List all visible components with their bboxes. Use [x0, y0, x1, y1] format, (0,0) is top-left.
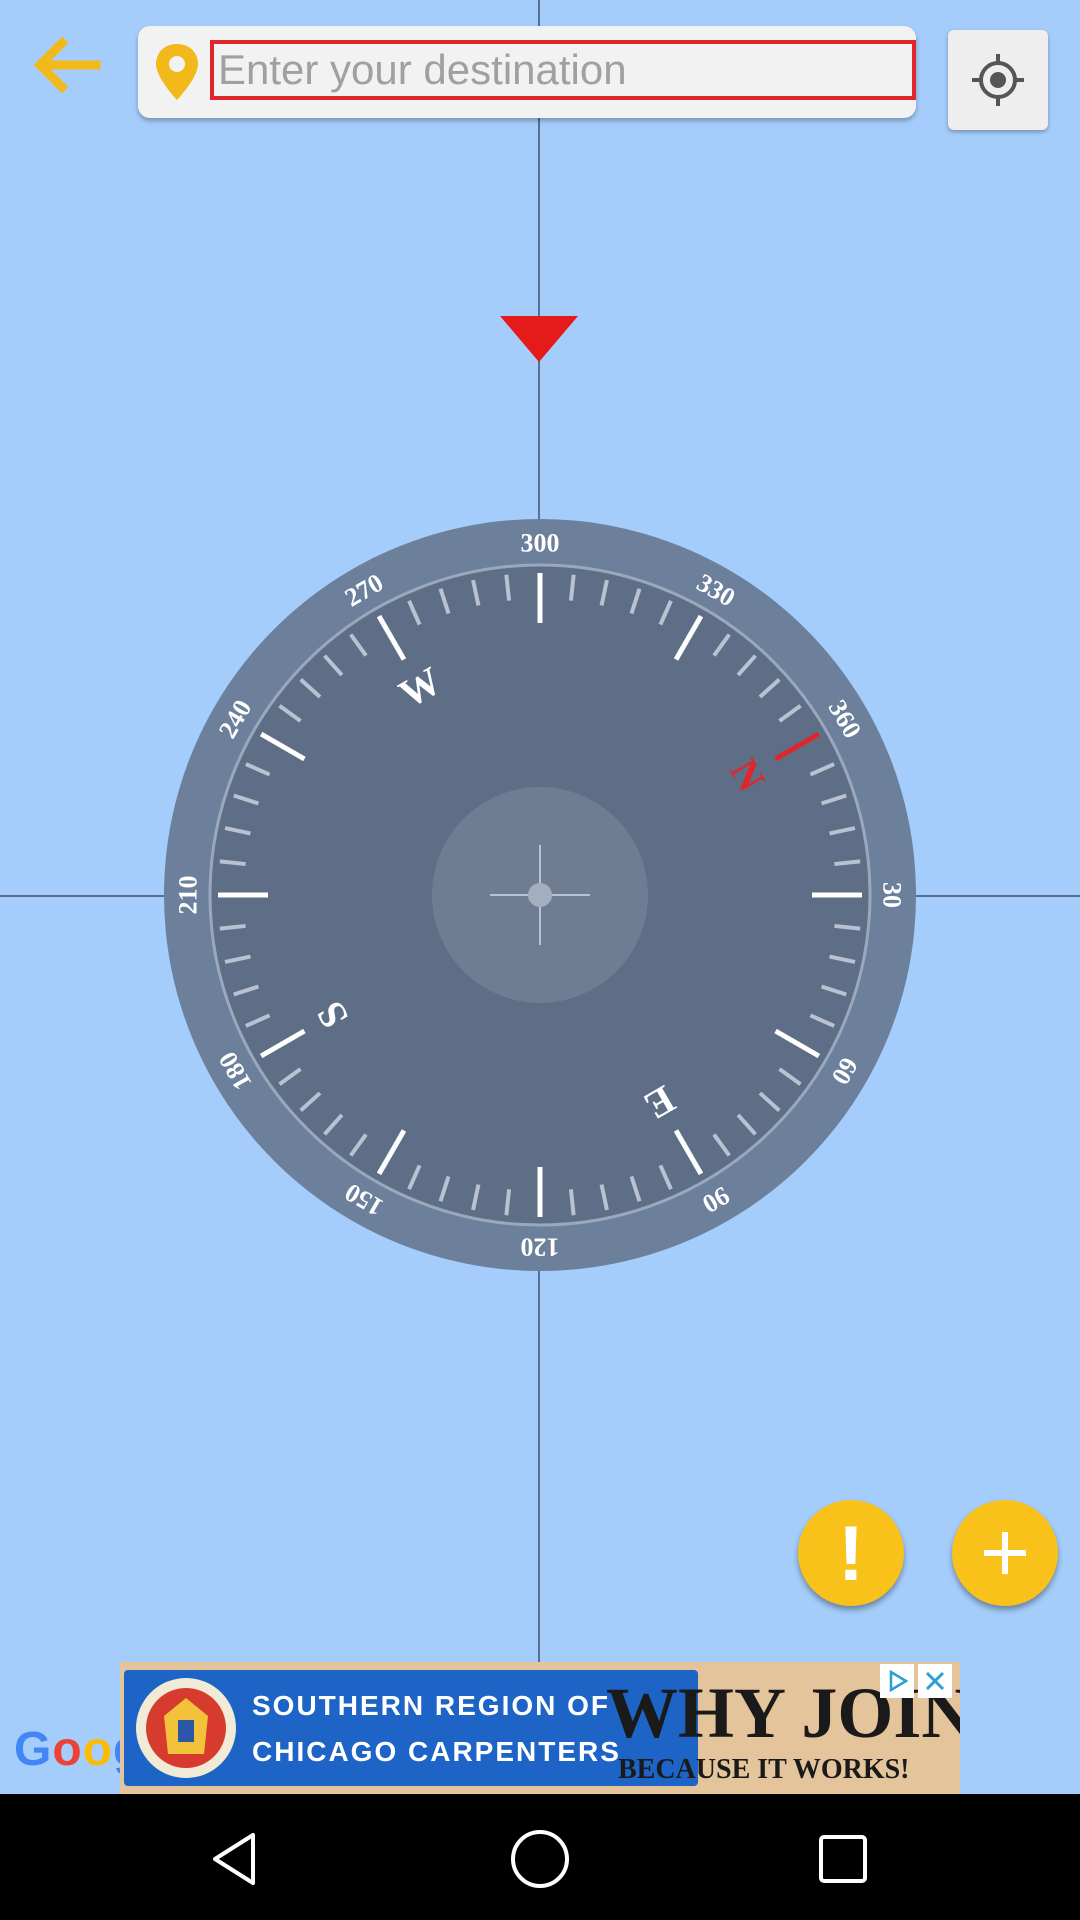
nav-back-icon [213, 1833, 255, 1885]
nav-back-button[interactable] [200, 1824, 270, 1894]
system-navigation-bar [0, 1794, 1080, 1920]
alert-button[interactable]: ! [798, 1500, 904, 1606]
compass-minor-tick [504, 1189, 512, 1216]
map-view[interactable]: 306090120150180210240270300330360 NESW ! [0, 0, 1080, 1794]
compass-minor-tick [219, 859, 246, 867]
my-location-icon [972, 54, 1024, 106]
compass-minor-tick [834, 859, 861, 867]
compass-degree-label: 300 [521, 529, 560, 558]
back-arrow-icon [33, 36, 101, 94]
ad-close-icon [925, 1671, 945, 1691]
compass-dial[interactable]: 306090120150180210240270300330360 NESW [160, 515, 920, 1275]
alert-icon: ! [838, 1508, 864, 1597]
ad-close-button[interactable] [918, 1664, 952, 1698]
union-seal-logo [136, 1678, 236, 1778]
compass-degree-label: 210 [174, 876, 203, 915]
direction-pointer-icon [500, 316, 578, 362]
ad-line-2: CHICAGO CARPENTERS [252, 1736, 621, 1767]
ad-subline: BECAUSE IT WORKS! [618, 1754, 910, 1785]
back-button[interactable] [18, 22, 114, 108]
search-bar [138, 26, 916, 118]
my-location-button[interactable] [948, 30, 1048, 130]
nav-recent-button[interactable] [808, 1824, 878, 1894]
ad-info-button[interactable] [880, 1664, 914, 1698]
destination-input[interactable] [210, 40, 916, 100]
nav-recent-icon [819, 1835, 867, 1883]
compass-degree-label: 30 [878, 882, 907, 908]
compass-minor-tick [568, 1189, 576, 1216]
nav-home-button[interactable] [505, 1824, 575, 1894]
ad-line-1: SOUTHERN REGION OF [252, 1690, 611, 1721]
nav-home-icon [511, 1830, 569, 1888]
ad-banner[interactable]: SOUTHERN REGION OF CHICAGO CARPENTERS WH… [120, 1662, 960, 1794]
ad-info-icon [889, 1669, 909, 1693]
compass-minor-tick [504, 574, 512, 601]
add-button[interactable] [952, 1500, 1058, 1606]
compass-degree-label: 120 [521, 1233, 560, 1262]
compass-minor-tick [219, 923, 246, 931]
compass-minor-tick [834, 923, 861, 931]
compass-minor-tick [568, 574, 576, 601]
location-pin-icon [156, 44, 198, 100]
plus-icon [984, 1532, 1026, 1574]
